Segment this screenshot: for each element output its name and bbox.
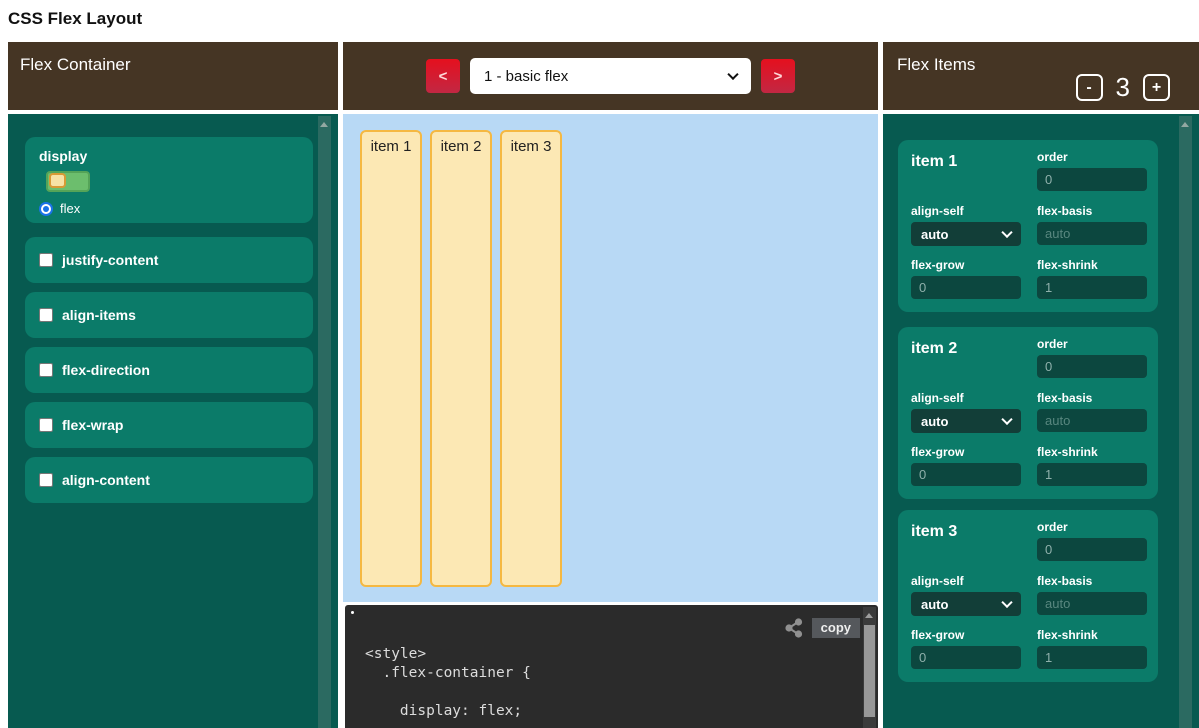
- example-switcher-bar: < 1 - basic flex >: [343, 42, 878, 110]
- flex-wrap-checkbox[interactable]: [39, 418, 53, 432]
- code-line: .flex-container {: [365, 664, 531, 683]
- item-3-flex-grow-input[interactable]: [911, 646, 1021, 669]
- item-1-flex-grow-input[interactable]: [911, 276, 1021, 299]
- flex-radio-label: flex: [60, 201, 80, 216]
- align-items-card: align-items: [25, 292, 313, 338]
- align-self-label: align-self: [911, 574, 1021, 588]
- align-items-label: align-items: [62, 307, 136, 323]
- item-3-flex-basis-input[interactable]: [1037, 592, 1147, 615]
- code-line: [365, 683, 531, 702]
- item-1-flex-basis-input[interactable]: [1037, 222, 1147, 245]
- align-self-label: align-self: [911, 204, 1021, 218]
- flex-grow-label: flex-grow: [911, 445, 1021, 459]
- page-title: CSS Flex Layout: [8, 9, 142, 29]
- item-2-align-self-wrap: auto: [911, 409, 1021, 433]
- code-panel: copy <style> .flex-container { display: …: [345, 605, 878, 728]
- scroll-up-icon[interactable]: [865, 613, 873, 618]
- code-line: display: flex;: [365, 702, 531, 721]
- flex-items-panel: Flex Items - 3 + item 1 order align-self: [883, 42, 1199, 728]
- item-1-title: item 1: [911, 150, 1021, 191]
- flex-items-panel-body: item 1 order align-self auto: [883, 114, 1199, 728]
- flex-container-panel-body: display flex justify-content align-items…: [8, 114, 338, 728]
- preview-item-1: item 1: [360, 130, 422, 587]
- item-1-flex-shrink-input[interactable]: [1037, 276, 1147, 299]
- flex-items-panel-header: Flex Items - 3 +: [883, 42, 1199, 110]
- flex-basis-label: flex-basis: [1037, 391, 1147, 405]
- order-label: order: [1037, 520, 1147, 534]
- left-scrollbar[interactable]: [318, 116, 331, 728]
- increase-items-button[interactable]: +: [1143, 74, 1170, 101]
- flex-basis-label: flex-basis: [1037, 574, 1147, 588]
- preview-item-2: item 2: [430, 130, 492, 587]
- flex-shrink-label: flex-shrink: [1037, 628, 1147, 642]
- item-3-align-self-wrap: auto: [911, 592, 1021, 616]
- display-toggle[interactable]: [46, 171, 90, 192]
- flex-wrap-label: flex-wrap: [62, 417, 123, 433]
- align-content-card: align-content: [25, 457, 313, 503]
- code-scrollbar[interactable]: [863, 607, 876, 728]
- flex-items-panel-title: Flex Items: [897, 55, 975, 74]
- item-2-flex-grow-input[interactable]: [911, 463, 1021, 486]
- item-3-align-self-select[interactable]: auto: [911, 592, 1021, 616]
- toggle-knob[interactable]: [49, 173, 66, 188]
- flex-wrap-card: flex-wrap: [25, 402, 313, 448]
- order-label: order: [1037, 150, 1147, 164]
- item-2-flex-basis-input[interactable]: [1037, 409, 1147, 432]
- align-self-label: align-self: [911, 391, 1021, 405]
- item-3-card: item 3 order align-self auto: [898, 510, 1158, 682]
- code-scrollbar-thumb[interactable]: [864, 625, 875, 717]
- example-select-wrap: 1 - basic flex: [470, 58, 751, 94]
- display-label: display: [39, 148, 299, 164]
- align-content-checkbox[interactable]: [39, 473, 53, 487]
- code-line: <style>: [365, 645, 531, 664]
- flex-preview-container: item 1 item 2 item 3: [343, 114, 878, 602]
- item-1-align-self-select[interactable]: auto: [911, 222, 1021, 246]
- item-count-stepper: - 3 +: [1076, 72, 1170, 103]
- item-2-title: item 2: [911, 337, 1021, 378]
- display-card: display flex: [25, 137, 313, 223]
- code-bullet-dot: [351, 611, 354, 614]
- item-count-value: 3: [1116, 72, 1130, 103]
- item-2-align-self-select[interactable]: auto: [911, 409, 1021, 433]
- item-3-order-input[interactable]: [1037, 538, 1147, 561]
- item-3-title: item 3: [911, 520, 1021, 561]
- prev-example-button[interactable]: <: [426, 59, 460, 93]
- next-example-button[interactable]: >: [761, 59, 795, 93]
- preview-item-3: item 3: [500, 130, 562, 587]
- flex-container-panel-title: Flex Container: [8, 42, 338, 110]
- order-label: order: [1037, 337, 1147, 351]
- flex-shrink-label: flex-shrink: [1037, 445, 1147, 459]
- item-1-order-input[interactable]: [1037, 168, 1147, 191]
- flex-shrink-label: flex-shrink: [1037, 258, 1147, 272]
- flex-direction-checkbox[interactable]: [39, 363, 53, 377]
- example-select[interactable]: 1 - basic flex: [470, 58, 751, 94]
- align-items-checkbox[interactable]: [39, 308, 53, 322]
- justify-content-checkbox[interactable]: [39, 253, 53, 267]
- decrease-items-button[interactable]: -: [1076, 74, 1103, 101]
- share-icon[interactable]: [784, 618, 804, 638]
- item-1-card: item 1 order align-self auto: [898, 140, 1158, 312]
- flex-grow-label: flex-grow: [911, 258, 1021, 272]
- flex-grow-label: flex-grow: [911, 628, 1021, 642]
- code-listing: <style> .flex-container { display: flex;: [365, 645, 531, 721]
- justify-content-card: justify-content: [25, 237, 313, 283]
- scroll-up-icon[interactable]: [320, 122, 328, 127]
- flex-direction-card: flex-direction: [25, 347, 313, 393]
- flex-container-panel: Flex Container display flex justify-cont…: [8, 42, 338, 728]
- item-3-flex-shrink-input[interactable]: [1037, 646, 1147, 669]
- flex-radio[interactable]: [39, 202, 53, 216]
- item-2-flex-shrink-input[interactable]: [1037, 463, 1147, 486]
- scroll-up-icon[interactable]: [1181, 122, 1189, 127]
- justify-content-label: justify-content: [62, 252, 158, 268]
- copy-button[interactable]: copy: [812, 618, 860, 638]
- item-2-card: item 2 order align-self auto: [898, 327, 1158, 499]
- flex-basis-label: flex-basis: [1037, 204, 1147, 218]
- item-2-order-input[interactable]: [1037, 355, 1147, 378]
- item-1-align-self-wrap: auto: [911, 222, 1021, 246]
- align-content-label: align-content: [62, 472, 150, 488]
- flex-direction-label: flex-direction: [62, 362, 150, 378]
- right-scrollbar[interactable]: [1179, 116, 1192, 728]
